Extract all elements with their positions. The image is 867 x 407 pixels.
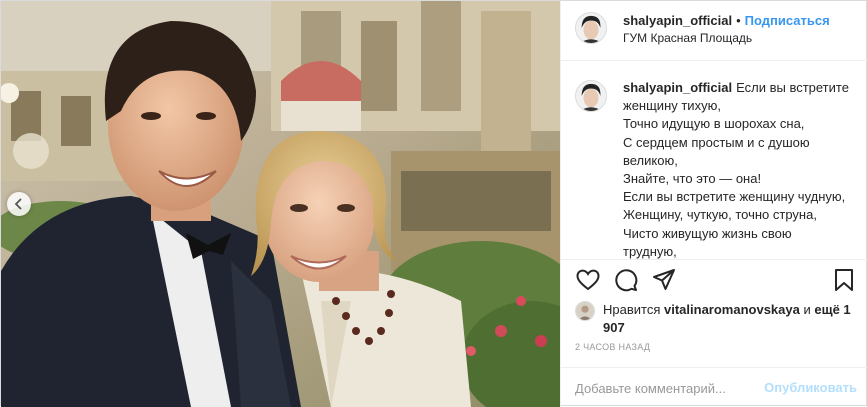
caption-author-avatar[interactable] <box>575 80 607 112</box>
post-photo[interactable] <box>1 1 560 407</box>
bookmark-icon <box>835 269 853 291</box>
caption-line: shalyapin_official Если вы встретите <box>623 79 853 97</box>
add-comment-form: Опубликовать <box>561 367 867 407</box>
post-actions-bar <box>561 263 867 299</box>
caption-line: Если вы встретите женщину чудную, <box>623 189 846 205</box>
save-button[interactable] <box>831 267 857 293</box>
caption-line: трудную, <box>623 243 677 259</box>
comment-bubble-icon <box>615 269 638 292</box>
share-paper-plane-icon <box>653 269 675 290</box>
caption-line: великою, <box>623 152 678 168</box>
separator-dot: • <box>736 13 741 28</box>
share-button[interactable] <box>651 267 677 293</box>
caption-line: женщину тихую, <box>623 98 721 114</box>
author-avatar[interactable] <box>575 12 607 44</box>
caption-username[interactable]: shalyapin_official <box>623 80 732 95</box>
caption-line: Точно идущую в шорохах сна, <box>623 116 805 132</box>
follow-button[interactable]: Подписаться <box>745 13 830 28</box>
likes-text: Нравится vitalinaromanovskaya и ещё 1 90… <box>603 301 853 337</box>
chevron-left-icon <box>14 198 22 210</box>
publish-button[interactable]: Опубликовать <box>764 380 857 395</box>
caption-line: Женщину, чуткую, точно струна, <box>623 207 817 223</box>
likes-prefix: Нравится <box>603 302 661 317</box>
liker-username[interactable]: vitalinaromanovskaya <box>664 302 800 317</box>
likes-section: Нравится vitalinaromanovskaya и ещё 1 90… <box>561 299 867 339</box>
liker-avatar[interactable] <box>575 301 595 321</box>
likes-conjunction: и <box>803 302 811 317</box>
caption-line: Чисто живущую жизнь свою <box>623 225 792 241</box>
comments-section: shalyapin_official Если вы встретите женщ… <box>561 62 867 260</box>
author-username[interactable]: shalyapin_official <box>623 13 732 28</box>
carousel-prev-button[interactable] <box>7 192 31 216</box>
like-button[interactable] <box>575 267 601 293</box>
avatar-portrait-icon <box>576 81 606 111</box>
avatar-portrait-icon <box>576 302 594 320</box>
caption-line: С сердцем простым и с душою <box>623 134 810 150</box>
post-header: shalyapin_official • Подписаться ГУМ Красн… <box>561 1 867 61</box>
caption-line: Знайте, что это — она! <box>623 171 762 187</box>
comment-button[interactable] <box>613 267 639 293</box>
post-side-panel: shalyapin_official • Подписаться ГУМ Красн… <box>560 1 867 407</box>
selfie-photo-illustration <box>1 1 560 407</box>
caption-text: Если вы встретите <box>736 80 849 95</box>
post-timestamp[interactable]: 2 часов назад <box>575 342 650 352</box>
comment-input[interactable] <box>575 379 765 397</box>
header-user-line: shalyapin_official • Подписаться <box>623 13 830 28</box>
avatar-portrait-icon <box>576 13 606 43</box>
instagram-post: shalyapin_official • Подписаться ГУМ Красн… <box>0 0 867 407</box>
heart-icon <box>576 269 600 291</box>
post-location[interactable]: ГУМ Красная Площадь <box>623 31 752 45</box>
post-caption: shalyapin_official Если вы встретите женщ… <box>623 79 853 259</box>
